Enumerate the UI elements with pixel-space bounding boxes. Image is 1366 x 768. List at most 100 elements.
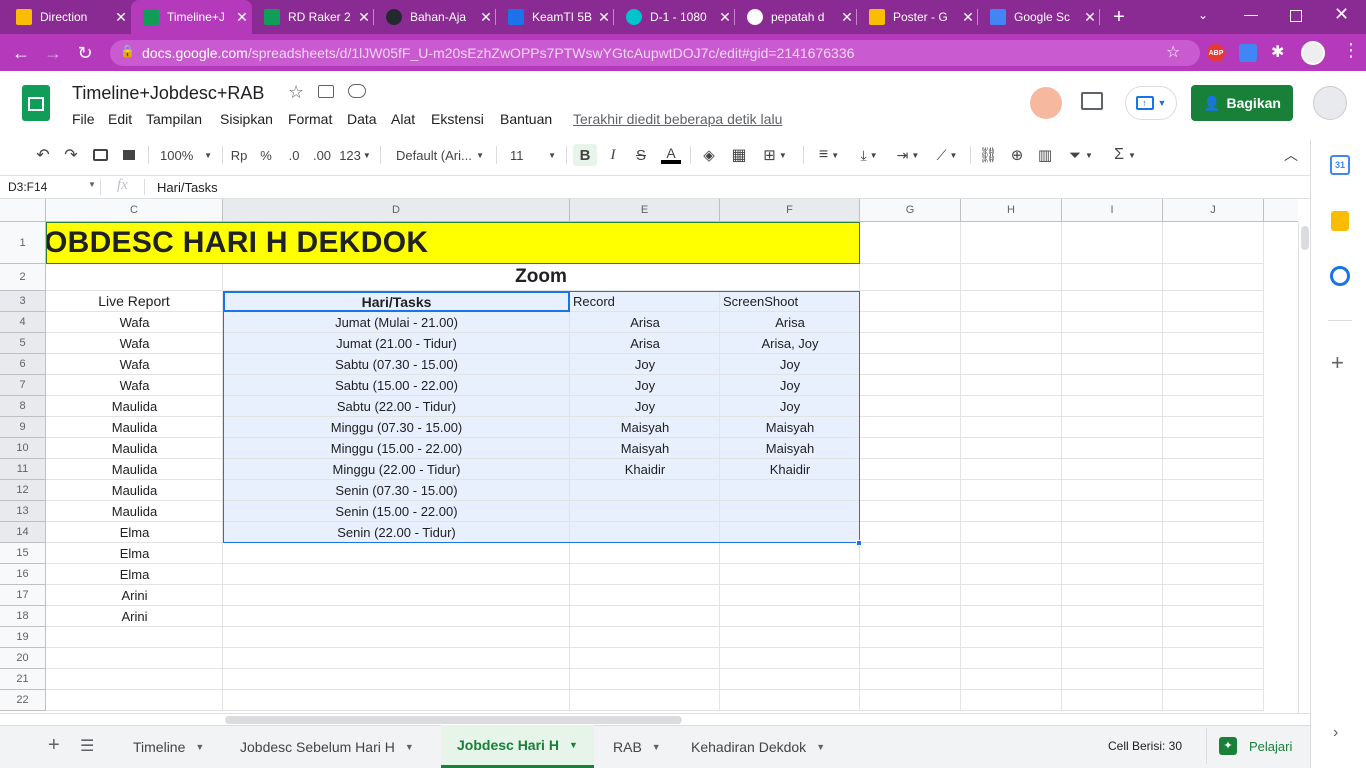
cell-f[interactable]: Arisa bbox=[720, 312, 860, 333]
grid-cell[interactable] bbox=[860, 312, 961, 333]
cell-d[interactable]: Minggu (22.00 - Tidur) bbox=[223, 459, 570, 480]
row-header[interactable]: 11 bbox=[0, 459, 46, 480]
grid-cell[interactable] bbox=[1062, 354, 1163, 375]
grid-cell[interactable] bbox=[570, 690, 720, 711]
sheets-logo-icon[interactable] bbox=[22, 85, 50, 121]
grid-cell[interactable] bbox=[720, 564, 860, 585]
grid-cell[interactable] bbox=[223, 564, 570, 585]
grid-cell[interactable] bbox=[570, 564, 720, 585]
grid-cell[interactable] bbox=[1062, 396, 1163, 417]
cloud-saved-icon[interactable] bbox=[348, 84, 366, 98]
grid-cell[interactable] bbox=[570, 480, 720, 501]
cell-e[interactable]: Arisa bbox=[570, 312, 720, 333]
row-header[interactable]: 1 bbox=[0, 222, 46, 264]
align-horizontal-icon[interactable]: ≡ ▼ bbox=[812, 144, 846, 166]
browser-tab[interactable]: D-1 - 1080 ✕ bbox=[614, 0, 735, 34]
cell-d[interactable]: Sabtu (22.00 - Tidur) bbox=[223, 396, 570, 417]
grid-cell[interactable] bbox=[961, 669, 1062, 690]
grid-cell[interactable] bbox=[961, 354, 1062, 375]
grid-cell[interactable] bbox=[961, 564, 1062, 585]
print-icon[interactable] bbox=[89, 144, 111, 166]
row-header[interactable]: 19 bbox=[0, 627, 46, 648]
grid-cell[interactable] bbox=[860, 264, 961, 291]
spreadsheet-grid[interactable]: C D E F G H I J 1 2 3 4 5 6 7 8 9 10 11 12 13 14 15 16 17 18 19 20 2… bbox=[0, 199, 1298, 713]
grid-cell[interactable] bbox=[860, 354, 961, 375]
grid-cell[interactable] bbox=[961, 522, 1062, 543]
borders-icon[interactable]: ▦ bbox=[728, 144, 750, 166]
row-header[interactable]: 5 bbox=[0, 333, 46, 354]
chevron-down-icon[interactable]: ▼ bbox=[195, 742, 204, 752]
grid-cell[interactable] bbox=[961, 501, 1062, 522]
cell-e[interactable]: Khaidir bbox=[570, 459, 720, 480]
back-button[interactable]: ← bbox=[8, 40, 34, 66]
cell-c[interactable]: Elma bbox=[46, 543, 223, 564]
header-screenshoot[interactable]: ScreenShoot bbox=[720, 291, 860, 312]
grid-cell[interactable] bbox=[961, 438, 1062, 459]
add-sheet-button[interactable]: + bbox=[48, 734, 60, 757]
grid-cell[interactable] bbox=[1163, 459, 1264, 480]
cell-c[interactable]: Maulida bbox=[46, 501, 223, 522]
cell-c[interactable]: Maulida bbox=[46, 480, 223, 501]
browser-tab[interactable]: RD Raker 2 ✕ bbox=[252, 0, 374, 34]
grid-cell[interactable] bbox=[1163, 291, 1264, 312]
bold-button[interactable]: B bbox=[573, 144, 597, 166]
sheet-tab[interactable]: Jobdesc Sebelum Hari H ▼ bbox=[224, 725, 430, 768]
insert-chart-icon[interactable]: ▥ bbox=[1034, 144, 1056, 166]
close-window-button[interactable]: ✕ bbox=[1334, 4, 1349, 25]
cell-c[interactable]: Maulida bbox=[46, 396, 223, 417]
tab-search-icon[interactable]: ⌄ bbox=[1198, 8, 1208, 22]
column-header[interactable]: G bbox=[860, 199, 961, 222]
grid-cell[interactable] bbox=[961, 396, 1062, 417]
filter-icon[interactable]: ⏷ ▼ bbox=[1063, 144, 1099, 166]
grid-cell[interactable] bbox=[570, 522, 720, 543]
fill-color-icon[interactable]: ◈ bbox=[698, 144, 720, 166]
grid-cell[interactable] bbox=[720, 690, 860, 711]
grid-cell[interactable] bbox=[720, 627, 860, 648]
grid-cell[interactable] bbox=[961, 648, 1062, 669]
grid-cell[interactable] bbox=[961, 264, 1062, 291]
browser-tab[interactable]: Poster - G ✕ bbox=[857, 0, 978, 34]
grid-cell[interactable] bbox=[1163, 333, 1264, 354]
row-header[interactable]: 16 bbox=[0, 564, 46, 585]
row-header[interactable]: 3 bbox=[0, 291, 46, 312]
browser-tab[interactable]: Google Sc ✕ bbox=[978, 0, 1100, 34]
chevron-down-icon[interactable]: ▼ bbox=[816, 742, 825, 752]
maximize-button[interactable] bbox=[1290, 10, 1302, 22]
grid-cell[interactable] bbox=[860, 501, 961, 522]
row-header[interactable]: 17 bbox=[0, 585, 46, 606]
grid-cell[interactable] bbox=[570, 648, 720, 669]
cell-c[interactable]: Arini bbox=[46, 606, 223, 627]
grid-cell[interactable] bbox=[46, 648, 223, 669]
grid-cell[interactable] bbox=[1163, 564, 1264, 585]
row-header[interactable]: 12 bbox=[0, 480, 46, 501]
grid-cell[interactable] bbox=[1163, 222, 1264, 264]
new-tab-button[interactable]: + bbox=[1108, 6, 1130, 28]
grid-cell[interactable] bbox=[1062, 459, 1163, 480]
cell-d[interactable]: Sabtu (15.00 - 22.00) bbox=[223, 375, 570, 396]
grid-cell[interactable] bbox=[860, 606, 961, 627]
grid-cell[interactable] bbox=[1062, 543, 1163, 564]
grid-cell[interactable] bbox=[961, 480, 1062, 501]
grid-cell[interactable] bbox=[1163, 438, 1264, 459]
insert-link-icon[interactable]: ⛓ bbox=[977, 144, 999, 166]
vertical-scroll-thumb[interactable] bbox=[1301, 226, 1309, 250]
grid-cell[interactable] bbox=[223, 543, 570, 564]
header-live-report[interactable]: Live Report bbox=[46, 291, 223, 312]
grid-cell[interactable] bbox=[1062, 480, 1163, 501]
grid-cell[interactable] bbox=[1062, 627, 1163, 648]
grid-cell[interactable] bbox=[1163, 627, 1264, 648]
grid-cell[interactable] bbox=[860, 438, 961, 459]
row-header[interactable]: 6 bbox=[0, 354, 46, 375]
grid-cell[interactable] bbox=[570, 606, 720, 627]
grid-cell[interactable] bbox=[223, 669, 570, 690]
adblock-icon[interactable]: ABP bbox=[1207, 44, 1225, 62]
text-wrap-icon[interactable]: ⇥ ▼ bbox=[891, 144, 925, 166]
chevron-down-icon[interactable]: ▼ bbox=[88, 180, 96, 189]
column-header[interactable]: C bbox=[46, 199, 223, 222]
close-tab-icon[interactable]: ✕ bbox=[232, 9, 252, 26]
grid-cell[interactable] bbox=[570, 543, 720, 564]
grid-cell[interactable] bbox=[860, 564, 961, 585]
chevron-down-icon[interactable]: ▼ bbox=[569, 740, 578, 750]
minimize-button[interactable]: — bbox=[1244, 6, 1258, 22]
grid-cell[interactable] bbox=[860, 669, 961, 690]
